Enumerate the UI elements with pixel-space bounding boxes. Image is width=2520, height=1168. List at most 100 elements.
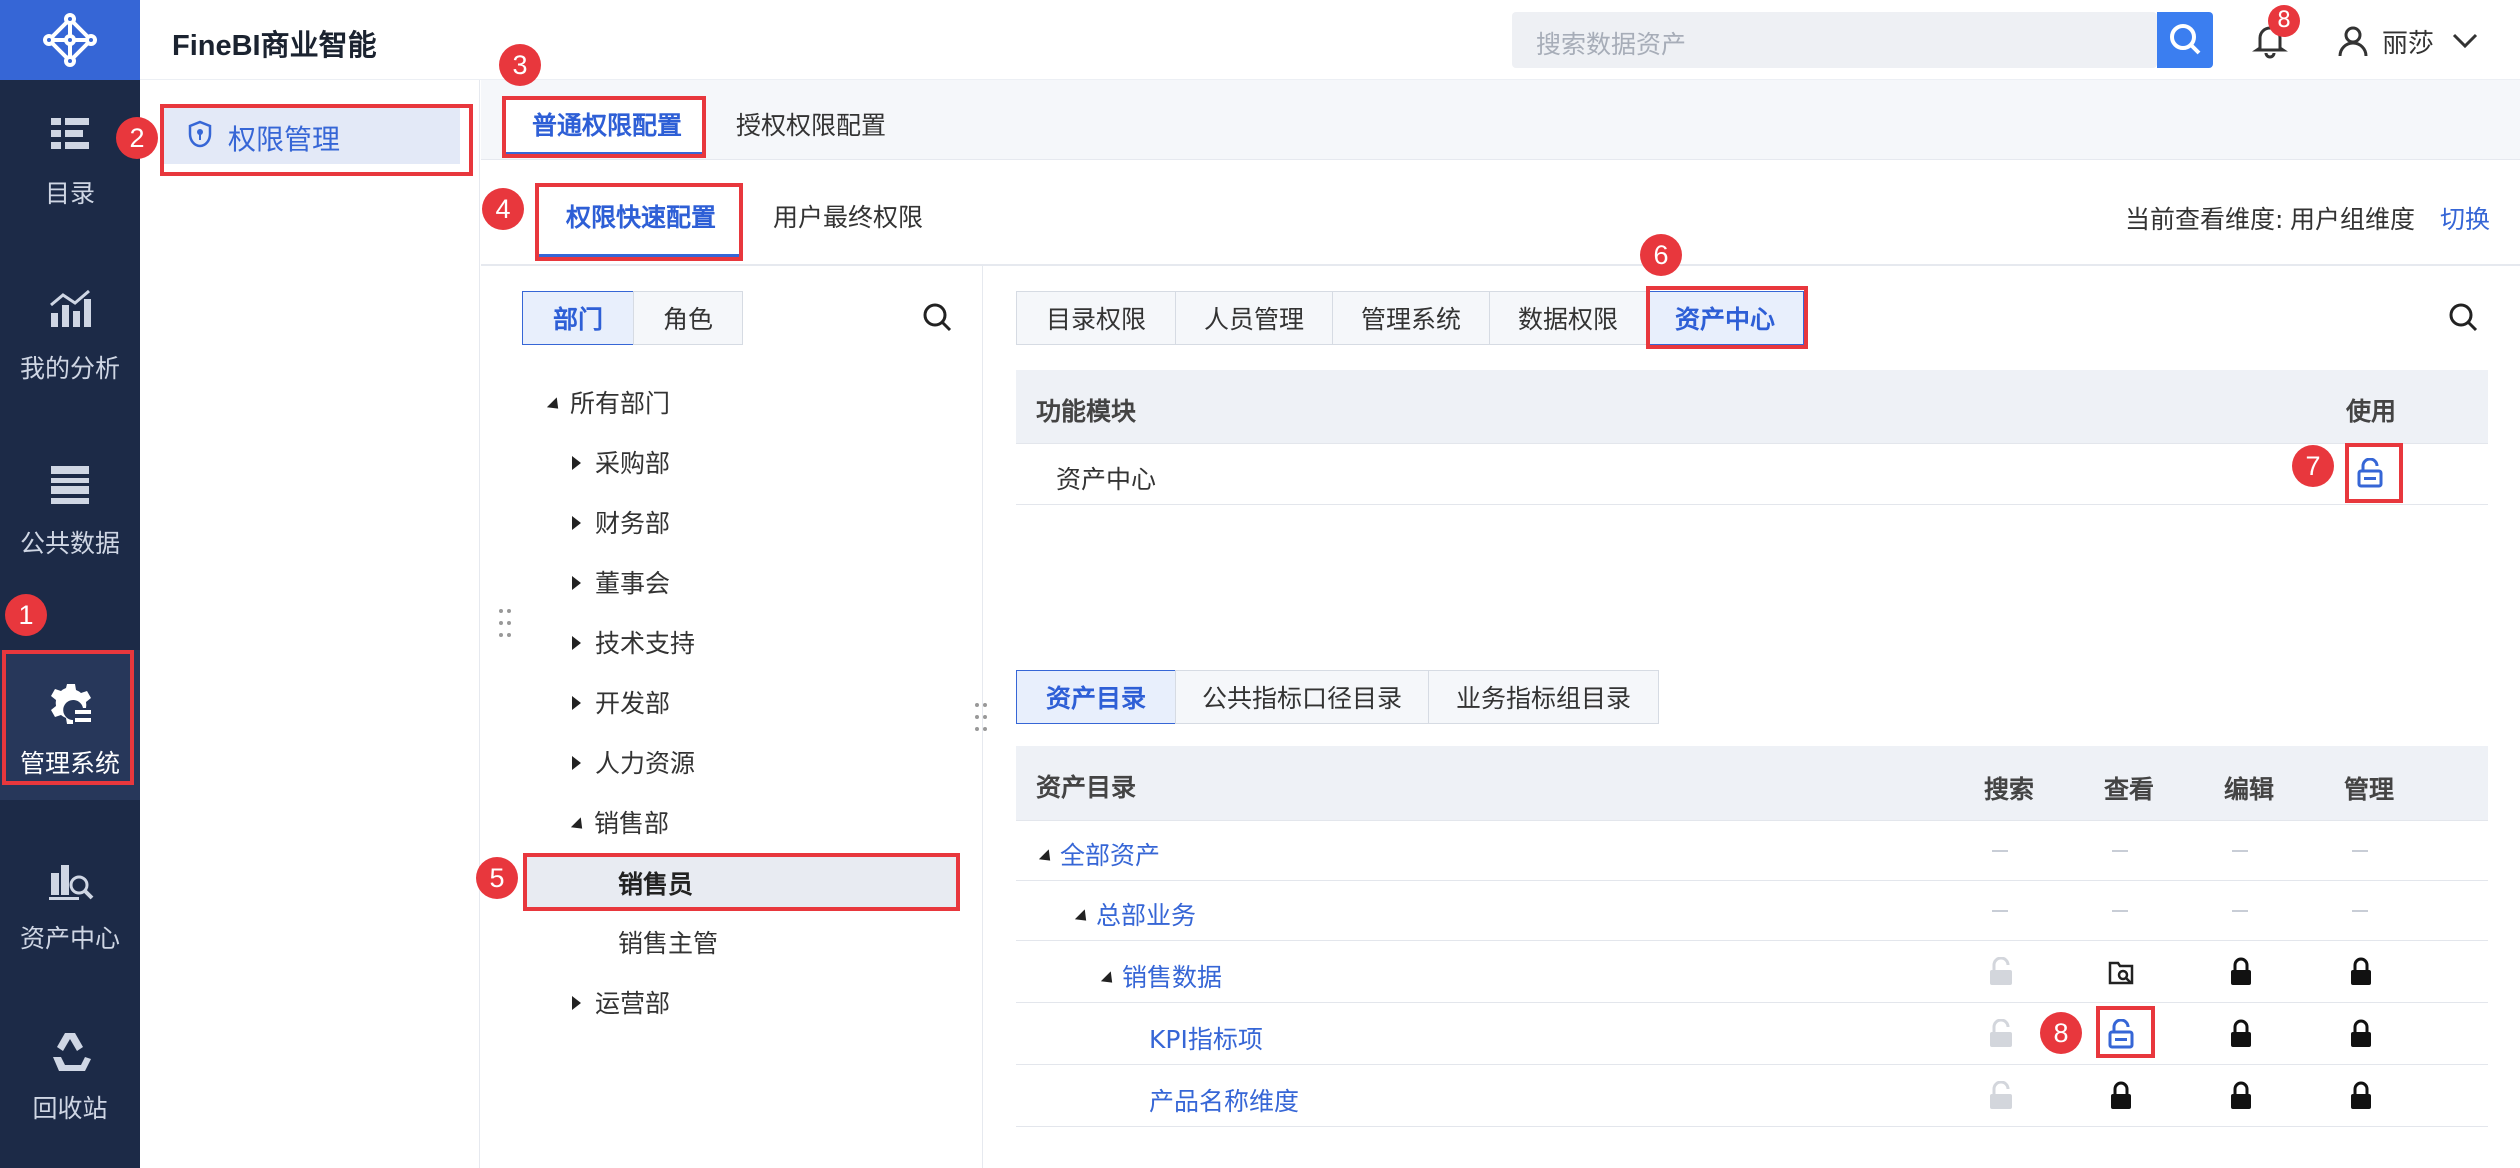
lock-icon[interactable] (2107, 1081, 2135, 1111)
expand-icon (572, 576, 581, 590)
collapse-icon (1074, 909, 1092, 926)
lock-icon[interactable] (2227, 1081, 2255, 1111)
logo[interactable] (0, 0, 140, 80)
tree-item[interactable]: 采购部 (572, 444, 670, 480)
unlock-icon-disabled (1990, 1081, 2012, 1109)
row-divider (1016, 820, 2488, 821)
nav-item-catalog[interactable]: 目录 (0, 80, 140, 230)
tree-item[interactable]: 销售主管 (618, 924, 718, 960)
header-view: 查看 (2104, 775, 2155, 804)
perm-tab-personnel[interactable]: 人员管理 (1175, 291, 1333, 345)
expand-icon (572, 636, 581, 650)
header-search: 搜索 (1984, 775, 2035, 804)
tree-item[interactable]: 人力资源 (572, 744, 695, 780)
perm-tab-management[interactable]: 管理系统 (1332, 291, 1490, 345)
top-header: FineBI商业智能 搜索数据资产 8 丽莎 (140, 0, 2520, 80)
tree-item-sales[interactable]: 销售部 (570, 804, 670, 840)
highlight-box-1 (2, 650, 134, 785)
asset-row-product-name[interactable]: 产品名称维度 (1149, 1082, 1299, 1118)
lock-icon[interactable] (2227, 957, 2255, 987)
header-edit: 编辑 (2224, 775, 2275, 804)
drag-handle-icon (975, 703, 987, 731)
user-icon (2338, 26, 2368, 57)
dash-icon (2112, 850, 2128, 852)
chevron-down-icon (2452, 33, 2478, 49)
row-divider (1016, 880, 2488, 881)
dash-icon (1992, 910, 2008, 912)
view-dimension-label: 当前查看维度: (2125, 205, 2284, 234)
perm-tab-catalog[interactable]: 目录权限 (1016, 291, 1176, 345)
highlight-box-7 (2345, 443, 2403, 503)
asset-row-all[interactable]: 全部资产 (1038, 836, 1161, 872)
step-badge-2: 2 (116, 117, 158, 159)
nav-item-recycle[interactable]: 回收站 (0, 995, 140, 1145)
secondary-sidebar: 权限管理 (140, 80, 480, 1168)
search-icon (2170, 24, 2201, 55)
collapse-icon (1100, 971, 1118, 988)
tree-label: 人力资源 (595, 749, 696, 778)
tree-item[interactable]: 财务部 (572, 504, 670, 540)
step-badge-6: 6 (1640, 234, 1682, 276)
nav-label: 我的分析 (19, 354, 120, 383)
unlock-icon-disabled (1990, 1019, 2012, 1047)
tree-item[interactable]: 运营部 (572, 984, 670, 1020)
expand-icon (572, 516, 581, 530)
step-badge-7: 7 (2292, 445, 2334, 487)
row-label: 全部资产 (1060, 841, 1161, 870)
row-divider (1016, 1126, 2488, 1127)
asset-row-kpi[interactable]: KPI指标项 (1149, 1020, 1263, 1056)
resize-handle-right[interactable] (974, 702, 988, 732)
app-title: FineBI商业智能 (172, 30, 377, 62)
dash-icon (2352, 910, 2368, 912)
nav-item-public-data[interactable]: 公共数据 (0, 430, 140, 580)
segment-department[interactable]: 部门 (522, 291, 634, 345)
search-icon[interactable] (2446, 300, 2480, 334)
nav-item-asset-center[interactable]: 资产中心 (0, 825, 140, 975)
tree-item[interactable]: 开发部 (572, 684, 670, 720)
subtab-user-final-permission[interactable]: 用户最终权限 (773, 198, 923, 234)
switch-link[interactable]: 切换 (2440, 200, 2490, 236)
asset-center-icon (49, 865, 94, 900)
tree-item[interactable]: 董事会 (572, 564, 670, 600)
row-label: 总部业务 (1096, 901, 1197, 930)
search-icon[interactable] (920, 300, 954, 334)
expand-icon (572, 756, 581, 770)
tree-item[interactable]: 技术支持 (572, 624, 695, 660)
drag-handle-icon (499, 609, 511, 637)
lock-icon[interactable] (2347, 1081, 2375, 1111)
segment-role[interactable]: 角色 (633, 291, 743, 345)
tab-authorization-permission[interactable]: 授权权限配置 (736, 106, 886, 142)
dash-icon (2232, 910, 2248, 912)
tree-label: 技术支持 (595, 629, 696, 658)
perm-tab-data[interactable]: 数据权限 (1489, 291, 1647, 345)
tree-label: 采购部 (595, 449, 671, 478)
lock-icon[interactable] (2227, 1019, 2255, 1049)
lock-icon[interactable] (2347, 1019, 2375, 1049)
asset-tab-business-metrics[interactable]: 业务指标组目录 (1428, 670, 1659, 724)
step-badge-8: 8 (2040, 1012, 2082, 1054)
search-button[interactable] (2157, 12, 2213, 68)
asset-tab-public-metrics[interactable]: 公共指标口径目录 (1175, 670, 1429, 724)
resize-handle-left[interactable] (498, 608, 512, 638)
nav-label: 回收站 (32, 1094, 108, 1123)
dash-icon (2352, 850, 2368, 852)
header-use: 使用 (2346, 397, 2397, 426)
asset-row-sales-data[interactable]: 销售数据 (1100, 958, 1223, 994)
tree-root[interactable]: 所有部门 (546, 384, 670, 420)
tree-label: 董事会 (595, 569, 671, 598)
asset-row-hq[interactable]: 总部业务 (1074, 896, 1197, 932)
search-placeholder: 搜索数据资产 (1536, 30, 1687, 59)
folder-search-icon[interactable] (2107, 957, 2135, 987)
highlight-box-3 (502, 96, 706, 158)
asset-tab-catalog[interactable]: 资产目录 (1016, 670, 1176, 724)
user-menu[interactable]: 丽莎 (2336, 20, 2516, 62)
tree-label: 销售部 (594, 809, 670, 838)
row-divider (1016, 504, 2488, 505)
lock-icon[interactable] (2347, 957, 2375, 987)
search-input[interactable]: 搜索数据资产 (1512, 12, 2157, 68)
nav-item-analysis[interactable]: 我的分析 (0, 255, 140, 405)
analysis-icon (50, 289, 91, 327)
unlock-icon-disabled (1990, 957, 2012, 985)
row-label: 销售数据 (1122, 963, 1223, 992)
highlight-box-6 (1646, 286, 1808, 349)
